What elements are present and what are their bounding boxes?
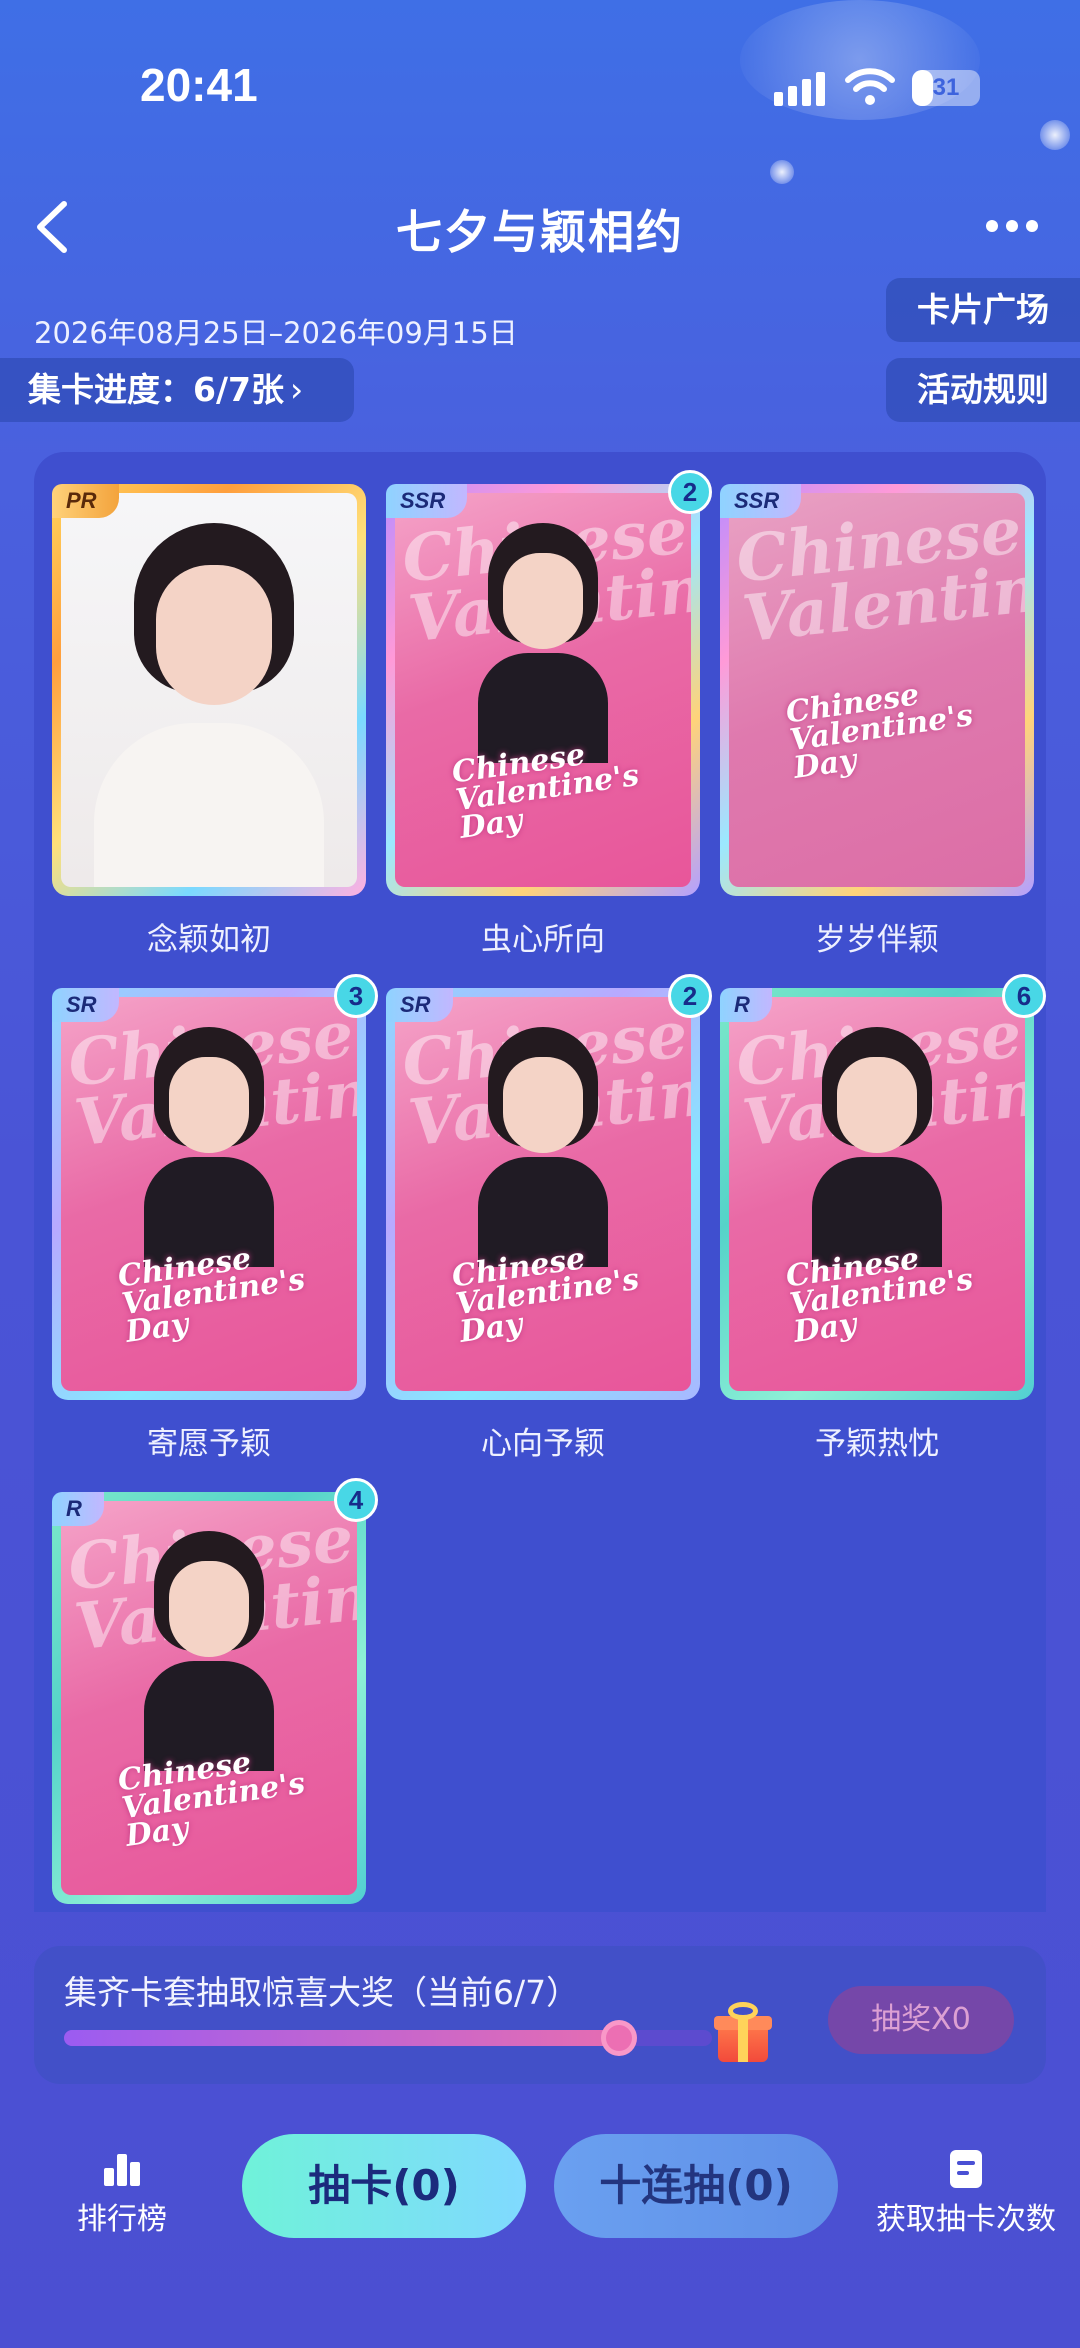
lottery-button[interactable]: 抽奖X0 [828,1986,1014,2054]
rarity-tag: SR [52,988,119,1022]
signal-icon [774,72,828,106]
rarity-tag: SSR [386,484,468,518]
card-name: 虫心所向 [481,922,605,958]
reward-title: 集齐卡套抽取惊喜大奖（当前6/7） [64,1973,580,2012]
card-name: 寄愿予颖 [147,1426,271,1462]
portrait-image [124,1531,294,1771]
portrait-image [84,513,334,887]
card-count-badge: 4 [334,1478,378,1522]
status-time: 20:41 [140,59,258,111]
card-item[interactable]: Chinese Valentine Chinese Valentine's Da… [52,974,378,1400]
reward-progress-knob [601,2020,637,2056]
event-date-range: 2026年08月25日–2026年09月15日 [34,316,518,350]
wifi-icon [845,68,895,105]
get-draws-label: 获取抽卡次数 [876,2202,1056,2237]
battery-icon: 31 [912,70,980,106]
card-name: 念颖如初 [147,922,271,958]
ranking-button[interactable]: 排行榜 [66,2152,178,2242]
card-count-badge: 2 [668,974,712,1018]
card-name: 心向予颖 [481,1426,605,1462]
card-name: 岁岁伴颖 [815,922,939,958]
card-image: Chinese Valentine Chinese Valentine's Da… [729,493,1025,887]
cards-panel: PR 念颖如初 Chinese Valentine Chinese Valent… [34,452,1046,1912]
card-image: Chinese Valentine Chinese Valentine's Da… [61,997,357,1391]
card-count-badge: 2 [668,470,712,514]
draw-one-button[interactable]: 抽卡(0) [242,2134,526,2238]
card-item[interactable]: PR [52,484,366,896]
get-draws-icon [950,2150,982,2188]
get-draws-button[interactable]: 获取抽卡次数 [864,2150,1068,2244]
page-title: 七夕与颖相约 [396,205,684,259]
card-image [61,493,357,887]
card-image: Chinese Valentine Chinese Valentine's Da… [395,493,691,887]
draw-ten-button[interactable]: 十连抽(0) [554,2134,838,2238]
card-item[interactable]: Chinese Valentine Chinese Valentine's Da… [386,974,712,1400]
rarity-tag: PR [52,484,119,518]
rarity-tag: SR [386,988,453,1022]
card-count-badge: 6 [1002,974,1046,1018]
collection-progress-link[interactable]: 集卡进度：6/7张 › [0,358,354,422]
status-bar: 20:41 31 [0,0,1080,180]
card-image: Chinese Valentine Chinese Valentine's Da… [61,1501,357,1895]
rules-button[interactable]: 活动规则 [886,358,1080,422]
gift-icon [712,2002,774,2064]
card-name: 予颖热忱 [815,1426,939,1462]
more-icon[interactable] [980,216,1044,236]
card-image: Chinese Valentine Chinese Valentine's Da… [729,997,1025,1391]
ranking-label: 排行榜 [77,2202,167,2237]
collection-progress-label: 集卡进度：6/7张 [28,370,284,409]
reward-progress-panel: 集齐卡套抽取惊喜大奖（当前6/7） 抽奖X0 [34,1946,1046,2084]
card-image: Chinese Valentine Chinese Valentine's Da… [395,997,691,1391]
reward-progress-fill [64,2030,619,2046]
battery-level: 31 [932,74,960,101]
card-square-button[interactable]: 卡片广场 [886,278,1080,342]
card-item[interactable]: Chinese Valentine Chinese Valentine's Da… [720,484,1034,896]
reward-progress-bar [64,2020,712,2056]
card-count-badge: 3 [334,974,378,1018]
ranking-icon [102,2152,142,2186]
chevron-right-icon: › [289,370,304,409]
card-item[interactable]: Chinese Valentine Chinese Valentine's Da… [720,974,1046,1400]
card-background-script: Chinese Valentine [732,493,1025,658]
portrait-image [792,1027,962,1267]
rarity-tag: SSR [720,484,802,518]
card-script: Chinese Valentine's Day [783,677,976,786]
portrait-image [458,523,628,763]
rarity-tag: R [720,988,772,1022]
portrait-image [124,1027,294,1267]
card-item[interactable]: Chinese Valentine Chinese Valentine's Da… [386,470,712,896]
card-item[interactable]: Chinese Valentine Chinese Valentine's Da… [52,1478,378,1904]
portrait-image [458,1027,628,1267]
rarity-tag: R [52,1492,104,1526]
